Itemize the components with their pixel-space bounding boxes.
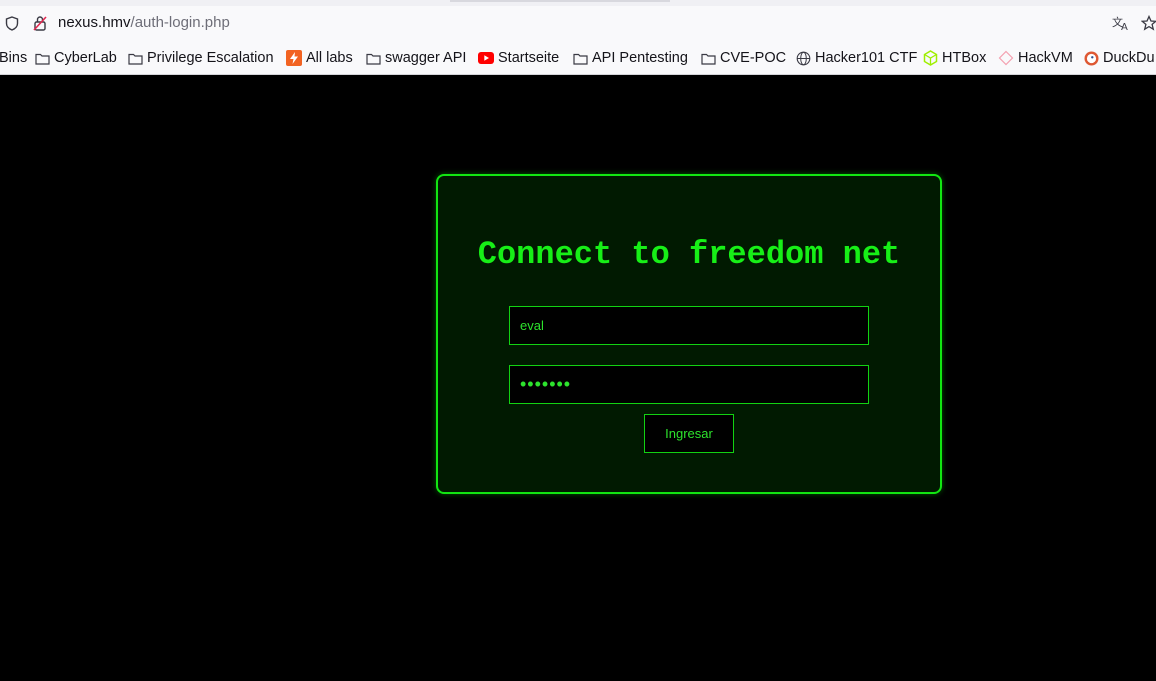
bookmark-label: All labs	[306, 50, 353, 66]
bookmark-api-pentesting[interactable]: API Pentesting	[573, 48, 688, 68]
active-tab[interactable]	[450, 0, 670, 2]
bookmark-label: swagger API	[385, 50, 467, 66]
bookmark-all-labs[interactable]: All labs	[286, 48, 353, 68]
browser-chrome: nexus.hmv/auth-login.php 文A Bins CyberLa…	[0, 0, 1156, 75]
bookmark-label: API Pentesting	[592, 50, 688, 66]
bookmark-label: CVE-POC	[720, 50, 787, 66]
password-input[interactable]	[509, 365, 869, 404]
bookmark-label: Startseite	[498, 50, 560, 66]
bookmark-duckduckgo[interactable]: DuckDu	[1084, 48, 1155, 68]
insecure-lock-icon[interactable]	[31, 14, 49, 32]
tab-strip	[0, 0, 1156, 6]
folder-icon	[128, 53, 143, 65]
folder-icon	[701, 53, 716, 65]
folder-icon	[573, 53, 588, 65]
bookmark-startseite[interactable]: Startseite	[478, 48, 559, 68]
bookmark-label: Hacker101 CTF	[815, 50, 918, 66]
lightning-icon	[286, 50, 302, 66]
bookmark-cve-poc[interactable]: CVE-POC	[701, 48, 786, 68]
folder-icon	[35, 53, 50, 65]
bookmark-hacker101-ctf[interactable]: Hacker101 CTF	[796, 48, 917, 68]
url-path: /auth-login.php	[130, 14, 230, 31]
folder-icon	[366, 53, 381, 65]
login-panel: Connect to freedom net Ingresar	[436, 174, 942, 494]
bookmark-label: Privilege Escalation	[147, 50, 274, 66]
bookmarks-toolbar: Bins CyberLab Privilege Escalation All l…	[0, 44, 1156, 72]
login-button[interactable]: Ingresar	[644, 414, 734, 453]
login-title: Connect to freedom net	[477, 236, 901, 273]
translate-icon[interactable]: 文A	[1112, 14, 1130, 32]
bookmark-hackvm[interactable]: HackVM	[998, 48, 1073, 68]
url-text[interactable]: nexus.hmv/auth-login.php	[58, 13, 230, 33]
bookmark-label: HTBox	[942, 50, 987, 66]
username-input[interactable]	[509, 306, 869, 345]
page-content: Connect to freedom net Ingresar	[0, 75, 1156, 681]
bookmark-star-icon[interactable]	[1140, 14, 1156, 32]
address-bar[interactable]: nexus.hmv/auth-login.php 文A	[0, 8, 1156, 38]
diamond-icon	[998, 50, 1014, 66]
bookmark-label: DuckDu	[1103, 50, 1155, 66]
bookmark-label: CyberLab	[54, 50, 117, 66]
bookmark-bins[interactable]: Bins	[0, 48, 27, 68]
bookmark-swagger-api[interactable]: swagger API	[366, 48, 466, 68]
svg-text:A: A	[1121, 22, 1128, 31]
bookmark-privilege-escalation[interactable]: Privilege Escalation	[128, 48, 274, 68]
bookmark-htbox[interactable]: HTBox	[923, 48, 986, 68]
url-host: nexus.hmv	[58, 14, 131, 31]
globe-icon	[796, 51, 811, 65]
duck-icon	[1084, 51, 1099, 65]
cube-icon	[923, 50, 938, 66]
youtube-icon	[478, 52, 494, 64]
bookmark-label: HackVM	[1018, 50, 1073, 66]
shield-icon[interactable]	[3, 14, 21, 32]
bookmark-cyberlab[interactable]: CyberLab	[35, 48, 117, 68]
bookmark-label: Bins	[0, 50, 28, 66]
